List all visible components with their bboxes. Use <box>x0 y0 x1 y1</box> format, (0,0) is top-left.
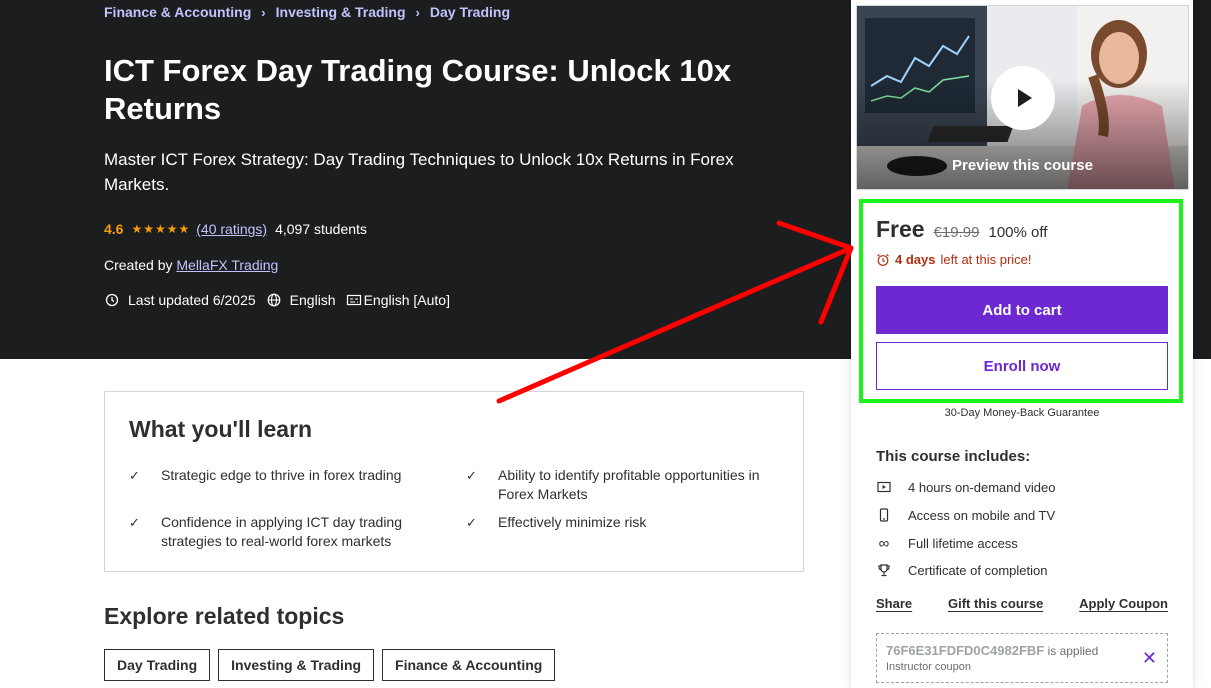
coupon-applied-text: is applied <box>1047 644 1099 658</box>
includes-item-label: Certificate of completion <box>908 562 1048 578</box>
includes-item-label: 4 hours on-demand video <box>908 479 1056 495</box>
breadcrumb-item-investing[interactable]: Investing & Trading <box>276 4 406 20</box>
chevron-right-icon: › <box>415 4 420 20</box>
breadcrumb-item-finance[interactable]: Finance & Accounting <box>104 4 251 20</box>
close-icon[interactable]: ✕ <box>1142 649 1157 667</box>
globe-icon <box>266 292 282 308</box>
related-topics-title: Explore related topics <box>104 603 345 629</box>
learn-item: ✓ Confidence in applying ICT day trading… <box>129 513 451 551</box>
captions-icon <box>346 292 362 308</box>
learn-title: What you'll learn <box>129 416 313 442</box>
play-icon[interactable] <box>991 66 1055 130</box>
coupon-code-line: 76F6E31FDFD0C4982FBF is applied <box>886 643 1098 658</box>
rating-value: 4.6 <box>104 221 124 237</box>
created-by-label: Created by <box>104 257 173 273</box>
last-updated: Last updated 6/2025 <box>128 292 256 308</box>
preview-label: Preview this course <box>952 157 1093 174</box>
course-meta: Last updated 6/2025 English English [Aut… <box>104 292 460 308</box>
chevron-right-icon: › <box>261 4 266 20</box>
learn-item-text: Confidence in applying ICT day trading s… <box>161 514 403 549</box>
course-subtitle: Master ICT Forex Strategy: Day Trading T… <box>104 150 734 194</box>
learn-item-text: Strategic edge to thrive in forex tradin… <box>161 467 402 483</box>
sidebar-links: Share Gift this course Apply Coupon <box>876 596 1168 611</box>
includes-item: Access on mobile and TV <box>876 507 1055 523</box>
coupon-type: Instructor coupon <box>886 661 971 673</box>
mobile-icon <box>876 507 892 523</box>
check-icon: ✓ <box>129 468 140 483</box>
course-preview[interactable]: Preview this course <box>856 5 1189 190</box>
course-language: English <box>289 292 336 308</box>
topic-day-trading[interactable]: Day Trading <box>104 649 211 681</box>
learn-item: ✓ Ability to identify profitable opportu… <box>466 466 788 504</box>
includes-item: 4 hours on-demand video <box>876 479 1055 495</box>
applied-coupon: 76F6E31FDFD0C4982FBF is applied Instruct… <box>876 633 1168 683</box>
check-icon: ✓ <box>129 515 140 530</box>
course-captions: English [Auto] <box>363 292 450 308</box>
apply-coupon-link[interactable]: Apply Coupon <box>1079 596 1168 611</box>
highlight-box <box>859 199 1183 403</box>
coupon-code: 76F6E31FDFD0C4982FBF <box>886 643 1045 658</box>
student-count: 4,097 students <box>275 221 367 237</box>
course-title: ICT Forex Day Trading Course: Unlock 10x… <box>104 53 732 126</box>
breadcrumb: Finance & Accounting › Investing & Tradi… <box>104 4 510 20</box>
created-by: Created by MellaFX Trading <box>104 257 278 273</box>
infinity-icon: ∞ <box>878 534 890 552</box>
trophy-icon <box>876 562 892 578</box>
learn-item: ✓ Effectively minimize risk <box>466 513 788 532</box>
topic-investing-trading[interactable]: Investing & Trading <box>218 649 375 681</box>
what-youll-learn: What you'll learn ✓ Strategic edge to th… <box>104 391 804 572</box>
learn-item-text: Effectively minimize risk <box>498 514 647 530</box>
includes-item-label: Access on mobile and TV <box>908 507 1056 523</box>
instructor-link[interactable]: MellaFX Trading <box>176 257 278 273</box>
rating-row: 4.6 ★★★★★ (40 ratings) 4,097 students <box>104 221 367 237</box>
includes-item-label: Full lifetime access <box>908 535 1018 551</box>
share-link[interactable]: Share <box>876 596 912 611</box>
related-topics: Day Trading Investing & Trading Finance … <box>104 649 556 681</box>
video-icon <box>876 479 892 495</box>
check-icon: ✓ <box>466 468 477 483</box>
gift-course-link[interactable]: Gift this course <box>948 596 1043 611</box>
topic-finance-accounting[interactable]: Finance & Accounting <box>382 649 556 681</box>
includes-item: Certificate of completion <box>876 562 1047 578</box>
learn-item: ✓ Strategic edge to thrive in forex trad… <box>129 466 451 485</box>
breadcrumb-item-day-trading[interactable]: Day Trading <box>430 4 510 20</box>
check-icon: ✓ <box>466 515 477 530</box>
alert-clock-icon <box>104 292 120 308</box>
includes-item: ∞ Full lifetime access <box>876 534 1018 552</box>
includes-title: This course includes: <box>876 448 1031 465</box>
star-rating-icon: ★★★★★ <box>131 222 191 236</box>
ratings-count-link[interactable]: (40 ratings) <box>196 221 267 237</box>
learn-item-text: Ability to identify profitable opportuni… <box>498 467 760 502</box>
money-back-guarantee: 30-Day Money-Back Guarantee <box>944 407 1100 419</box>
